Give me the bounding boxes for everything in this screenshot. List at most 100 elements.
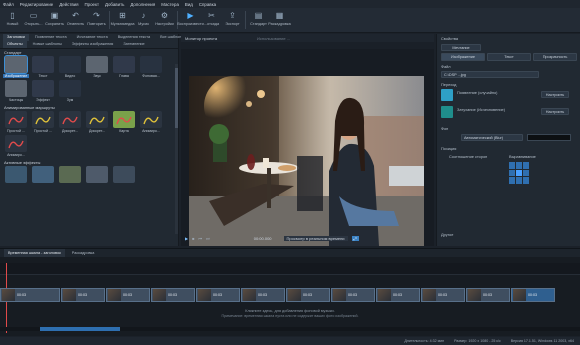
menu-item-7[interactable]: Вид	[185, 2, 193, 7]
setup-in-button[interactable]: Настроить	[541, 91, 569, 98]
timeline-clip[interactable]: 00:03	[151, 288, 195, 302]
tab-0[interactable]: Заголовки	[3, 34, 29, 41]
next-button[interactable]: ⏭	[206, 236, 210, 241]
tab-1[interactable]: Появление текста	[31, 34, 71, 41]
timeline-clip[interactable]: 00:03	[331, 288, 375, 302]
toolbar-button-6[interactable]: ♪ Мусик	[133, 8, 154, 32]
play-button[interactable]: ▶	[185, 236, 188, 241]
toolbar-button-11[interactable]: ▤ Стандарт	[248, 8, 269, 32]
thumb-0[interactable]: Частицы	[4, 80, 28, 102]
toolbar-button-5[interactable]: ⊞ Мультимедиа	[111, 8, 135, 32]
toolbar-button-0[interactable]: ▯ Новый	[2, 8, 23, 32]
align-grid[interactable]	[509, 162, 531, 184]
prop-tab-0[interactable]: Изображение	[441, 53, 485, 61]
section-routes[interactable]: Анимированные маршруты	[0, 104, 178, 111]
file-path-field[interactable]: C:\DSP ...jpg	[441, 71, 539, 78]
thumb-3[interactable]: Звук	[85, 56, 109, 78]
menu-item-2[interactable]: Действия	[59, 2, 78, 7]
export-icon: ⇪	[229, 11, 236, 20]
realtime-preview-button[interactable]: Просмотр в реальном времени	[283, 235, 348, 241]
timeline-tabs: Временная шкала - заголовок Раскадровка	[0, 249, 580, 257]
prev-button[interactable]: ⏮	[199, 236, 203, 241]
toolbar-label-2: Сохранить	[45, 22, 64, 26]
toolbar-button-8[interactable]: ▶ Воспроизвести	[177, 8, 204, 32]
thumb-5[interactable]: Анимиро...	[139, 111, 163, 133]
timeline-clip[interactable]: 00:03	[61, 288, 105, 302]
section-active-effects[interactable]: Активные эффекты	[0, 159, 178, 166]
effect-thumb[interactable]	[32, 166, 54, 183]
timeline-clip[interactable]: 00:03	[286, 288, 330, 302]
thumb-2[interactable]: Видео	[58, 56, 82, 78]
timeline-clip[interactable]: 00:03	[0, 288, 60, 302]
timeline-clip[interactable]: 00:03	[241, 288, 285, 302]
toolbar-button-3[interactable]: ↶ Отменить	[65, 8, 86, 32]
video-preview[interactable]	[189, 76, 424, 246]
thumb-1[interactable]: Текст	[31, 56, 55, 78]
timeline-clip[interactable]: 00:03	[511, 288, 555, 302]
menu-bar: Файл Редактирование Действия Проект Добавить…	[0, 0, 580, 8]
thumb-0[interactable]: Анимиро...	[4, 135, 28, 157]
toolbar-button-1[interactable]: ▭ Открыть...	[23, 8, 44, 32]
timeline-clip[interactable]: 00:03	[466, 288, 510, 302]
menu-item-3[interactable]: Проект	[85, 2, 99, 7]
thumb-4[interactable]: Карта	[112, 111, 136, 133]
thumb-0[interactable]: Изображение	[3, 55, 29, 78]
fill-select[interactable]: Автоматический (Blur)	[461, 134, 523, 141]
thumb-1[interactable]: Простой ...	[31, 111, 55, 133]
stop-button[interactable]: ■	[192, 236, 194, 241]
transition-in-icon[interactable]	[441, 89, 453, 101]
thumb-0[interactable]: Простой ...	[4, 111, 28, 133]
menu-item-8[interactable]: Справка	[199, 2, 216, 7]
timeline-tab-1[interactable]: Раскадровка	[68, 249, 99, 257]
tab-3[interactable]: Затемнение	[119, 41, 148, 48]
effect-thumb[interactable]	[86, 166, 108, 183]
timeline-tab-0[interactable]: Временная шкала - заголовок	[4, 249, 65, 257]
thumb-2[interactable]: Дискрет...	[58, 111, 82, 133]
route-thumbs-2: Анимиро...	[0, 135, 170, 157]
toolbar-button-7[interactable]: ⚙ Настройки	[154, 8, 175, 32]
timeline-clip[interactable]: 00:03	[376, 288, 420, 302]
timeline-clip[interactable]: 00:03	[421, 288, 465, 302]
timeline-scrollbar[interactable]	[0, 327, 580, 331]
tab-2[interactable]: Исчезание текста	[73, 34, 112, 41]
effect-thumb[interactable]	[5, 166, 27, 183]
prop-tab-2[interactable]: Прозрачность	[533, 53, 577, 61]
thumb-5[interactable]: Фоновая...	[139, 56, 163, 78]
toolbar-button-4[interactable]: ↷ Повторить	[86, 8, 107, 32]
fullscreen-icon[interactable]: ⤢	[351, 235, 359, 241]
transition-out-icon[interactable]	[441, 106, 453, 118]
thumb-1[interactable]: Эффект	[31, 80, 55, 102]
thumb-4[interactable]: Глава	[112, 56, 136, 78]
effect-thumb[interactable]	[113, 166, 135, 183]
section-standard[interactable]: Стандарт	[0, 49, 178, 56]
toolbar-button-2[interactable]: ▣ Сохранить	[44, 8, 65, 32]
toolbar-button-9[interactable]: ✂ ...отсада	[201, 8, 222, 32]
toolbar-button-12[interactable]: ▦ Раскадровка	[268, 8, 291, 32]
thumb-label: Текст	[38, 74, 48, 78]
menu-item-5[interactable]: Дополнения	[130, 2, 155, 7]
timeline-clip[interactable]: 00:03	[196, 288, 240, 302]
effect-thumb[interactable]	[59, 166, 81, 183]
thumb-3[interactable]: Дискрет...	[85, 111, 109, 133]
prop-tab-1[interactable]: Текст	[487, 53, 531, 61]
tab-1[interactable]: Новые шаблоны	[29, 41, 66, 48]
setup-out-button[interactable]: Настроить	[541, 108, 569, 115]
tab-2[interactable]: Эффекты изображения	[68, 41, 118, 48]
object-select[interactable]: Мечтание	[441, 44, 481, 51]
music-hint[interactable]: Кликните здесь, для добавления фоновой м…	[0, 309, 580, 313]
menu-item-1[interactable]: Редактирование	[20, 2, 53, 7]
thumb-image	[140, 56, 162, 73]
fill-color-swatch[interactable]	[527, 134, 571, 141]
left-scrollbar[interactable]	[175, 64, 178, 234]
tab-3[interactable]: Выделения текста	[114, 34, 154, 41]
timeline-clip[interactable]: 00:03	[106, 288, 150, 302]
menu-item-6[interactable]: Мастера	[161, 2, 179, 7]
main-toolbar: ▯ Новый ▭ Открыть... ▣ Сохранить ↶ Отменить ↷ Пов…	[0, 8, 580, 33]
tab-0[interactable]: Объекты	[3, 41, 27, 48]
thumb-2[interactable]: Зум	[58, 80, 82, 102]
menu-item-4[interactable]: Добавить	[105, 2, 124, 7]
timeline-ruler[interactable]	[0, 263, 580, 275]
menu-item-0[interactable]: Файл	[3, 2, 14, 7]
toolbar-button-10[interactable]: ⇪ Экспорт	[222, 8, 243, 32]
toolbar-label-12: Раскадровка	[268, 22, 291, 26]
